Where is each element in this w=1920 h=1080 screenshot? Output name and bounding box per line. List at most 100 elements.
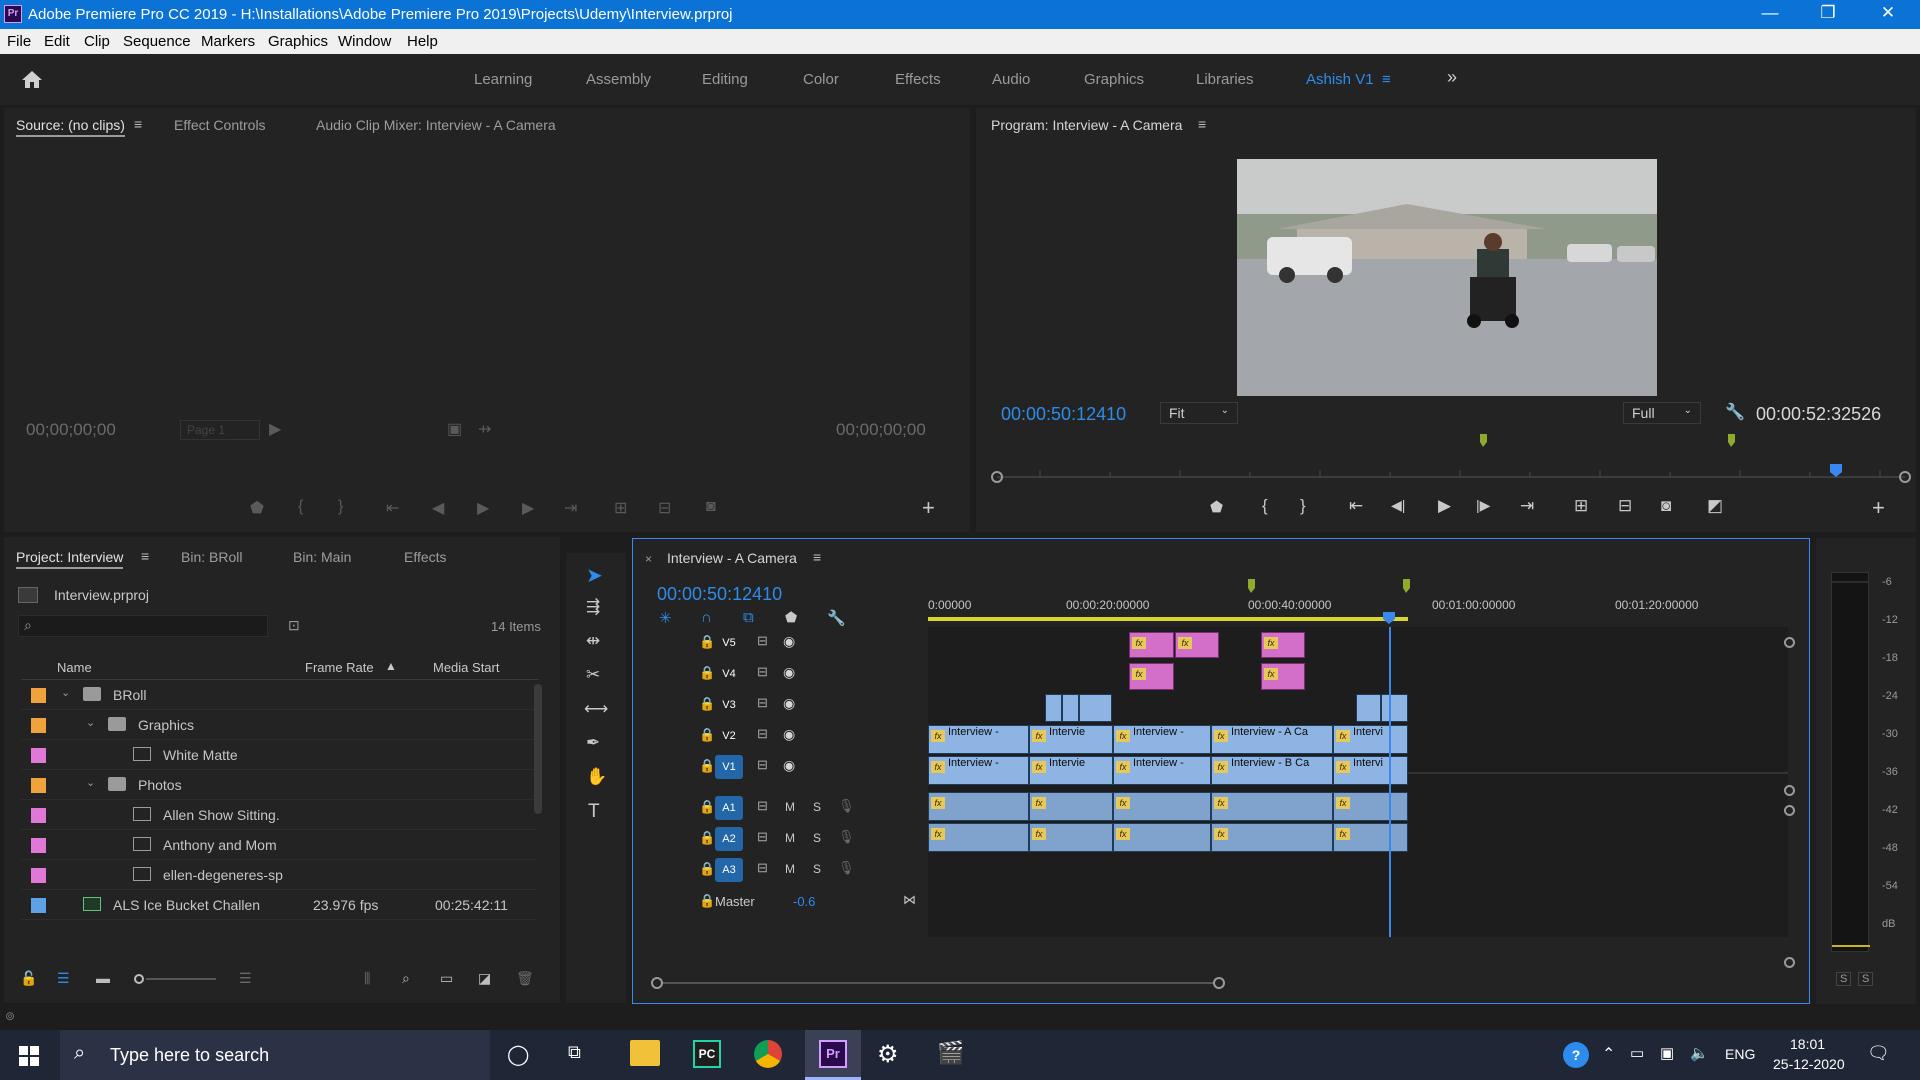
graphic-clip[interactable]: fx — [1175, 632, 1219, 658]
timeline-timecode[interactable]: 00:00:50:12410 — [657, 584, 782, 605]
close-sequence-icon[interactable]: × — [645, 552, 652, 566]
audio-zoom-handle[interactable] — [1784, 805, 1795, 816]
graphic-clip[interactable]: fx — [1261, 663, 1305, 690]
workspace-learning[interactable]: Learning — [474, 71, 532, 88]
add-marker-icon[interactable]: ⬟ — [785, 609, 797, 626]
interview-clip-v2[interactable]: fx Interview - A Ca — [1211, 725, 1333, 754]
list-item[interactable]: ⌄ Photos — [21, 770, 536, 800]
source-goto-out-icon[interactable]: ⇥ — [564, 498, 577, 518]
list-item[interactable]: Allen Show Sitting. — [21, 800, 536, 830]
toggle-output-eye-icon[interactable]: ◉ — [783, 664, 795, 681]
menu-window[interactable]: Window — [338, 33, 391, 50]
track-lock-icon[interactable]: 🔒 — [699, 861, 715, 877]
interview-clip-v1[interactable]: fx Interview - — [1113, 756, 1211, 785]
workspace-effects[interactable]: Effects — [895, 71, 941, 88]
selection-tool-icon[interactable]: ➤ — [586, 563, 603, 588]
audio-zoom-handle[interactable] — [1784, 957, 1795, 968]
track-target-button[interactable]: V3 — [715, 693, 743, 717]
track-target-button[interactable]: V5 — [715, 631, 743, 655]
new-search-bin-icon[interactable]: ⊡ — [288, 617, 300, 634]
tab-project[interactable]: Project: Interview — [16, 549, 124, 569]
ripple-edit-tool-icon[interactable]: ⇹ — [586, 631, 600, 651]
project-menu-icon[interactable]: ≡ — [141, 548, 149, 564]
solo-right-button[interactable]: S — [1858, 972, 1874, 986]
voiceover-mic-icon[interactable]: 🎙 — [838, 798, 855, 814]
list-item[interactable]: ⌄ Graphics — [21, 710, 536, 740]
label-color-swatch[interactable] — [31, 718, 46, 733]
minimize-button[interactable]: — — [1750, 3, 1790, 23]
interview-clip-v2[interactable]: fx Intervi — [1333, 725, 1408, 754]
program-add-button-icon[interactable]: + — [1872, 495, 1885, 521]
label-color-swatch[interactable] — [31, 778, 46, 793]
track-select-tool-icon[interactable]: ⇶ — [586, 597, 600, 617]
network-icon[interactable]: ▣ — [1660, 1044, 1674, 1062]
notifications-icon[interactable]: 🗨 — [1867, 1043, 1890, 1064]
track-lock-icon[interactable]: 🔒 — [699, 665, 715, 681]
workspace-overflow-icon[interactable]: » — [1447, 67, 1457, 88]
mark-in-icon[interactable]: { — [1262, 496, 1268, 516]
video-zoom-handle[interactable] — [1784, 785, 1795, 796]
clock-date[interactable]: 25-12-2020 — [1773, 1056, 1845, 1072]
project-search-input[interactable]: ⌕ — [18, 615, 268, 637]
interview-clip-v1[interactable]: fx Interview - B Ca — [1211, 756, 1333, 785]
label-color-swatch[interactable] — [31, 838, 46, 853]
mark-out-icon[interactable]: } — [1300, 496, 1306, 516]
wrench-icon[interactable]: 🔧 — [1725, 402, 1745, 422]
slip-tool-icon[interactable]: ⟷ — [584, 699, 608, 719]
sync-lock-icon[interactable]: ⊟ — [757, 798, 768, 814]
audio-clip-a1[interactable]: fx — [1333, 792, 1408, 821]
close-button[interactable]: ✕ — [1868, 3, 1908, 23]
list-item[interactable]: ⌄ BRoll — [21, 680, 536, 710]
mute-button[interactable]: M — [785, 800, 795, 814]
source-play-icon[interactable]: ▶ — [477, 498, 489, 518]
graphic-clip[interactable]: fx — [1129, 632, 1174, 658]
hand-tool-icon[interactable]: ✋ — [586, 767, 607, 787]
restore-button[interactable]: ❐ — [1808, 3, 1848, 23]
column-frame-rate[interactable]: Frame Rate — [305, 660, 374, 675]
razor-tool-icon[interactable]: ✂ — [586, 665, 600, 685]
broll-clip[interactable] — [1045, 694, 1062, 722]
home-icon[interactable] — [21, 69, 43, 89]
timeline-menu-icon[interactable]: ≡ — [813, 549, 821, 565]
track-lock-icon[interactable]: 🔒 — [699, 830, 715, 846]
tab-bin-main[interactable]: Bin: Main — [293, 549, 351, 565]
lift-icon[interactable]: ⊞ — [1574, 496, 1588, 516]
program-resolution-dropdown[interactable]: Full ⌄ — [1623, 402, 1701, 424]
track-lock-icon[interactable]: 🔒 — [699, 696, 715, 712]
source-add-button-icon[interactable]: + — [922, 495, 935, 521]
graphic-clip[interactable]: fx — [1129, 663, 1174, 690]
windows-start-icon[interactable] — [19, 1046, 39, 1066]
track-lock-icon[interactable]: 🔒 — [699, 893, 715, 909]
workspace-color[interactable]: Color — [803, 71, 839, 88]
interview-clip-v1[interactable]: fx Intervie — [1029, 756, 1113, 785]
taskbar-search-box[interactable]: ⌕ Type here to search — [60, 1030, 490, 1080]
audio-clip-a2[interactable]: fx — [1211, 823, 1333, 852]
interview-clip-v2[interactable]: fx Interview - — [928, 725, 1029, 754]
sort-ascending-icon[interactable]: ▲ — [385, 659, 397, 673]
scroll-end-handle[interactable] — [1213, 977, 1225, 989]
source-menu-icon[interactable]: ≡ — [134, 116, 142, 132]
export-frame-icon[interactable]: ◙ — [1661, 496, 1671, 516]
sequence-tab[interactable]: Interview - A Camera — [667, 550, 797, 566]
language-indicator[interactable]: ENG — [1725, 1046, 1755, 1062]
graphic-clip[interactable]: fx — [1261, 632, 1305, 658]
menu-markers[interactable]: Markers — [201, 33, 255, 50]
chrome-icon[interactable] — [754, 1040, 782, 1068]
sort-icons-icon[interactable]: ☰ — [239, 970, 252, 987]
track-lock-icon[interactable]: 🔒 — [699, 799, 715, 815]
clock-time[interactable]: 18:01 — [1790, 1036, 1825, 1052]
broll-clip[interactable] — [1079, 694, 1112, 722]
solo-button[interactable]: S — [813, 800, 821, 814]
file-explorer-icon[interactable] — [630, 1040, 660, 1066]
workspace-editing[interactable]: Editing — [702, 71, 748, 88]
list-item[interactable]: ellen-degeneres-sp — [21, 860, 536, 890]
sync-lock-icon[interactable]: ⊟ — [757, 695, 768, 711]
new-item-icon[interactable]: ◪ — [478, 970, 491, 987]
voiceover-mic-icon[interactable]: 🎙 — [838, 829, 855, 845]
label-color-swatch[interactable] — [31, 898, 46, 913]
tab-source[interactable]: Source: (no clips) — [16, 117, 125, 137]
settings-gear-icon[interactable]: ⚙ — [877, 1040, 899, 1069]
extract-icon[interactable]: ⊟ — [1618, 496, 1632, 516]
page-dropdown[interactable]: Page 1 — [180, 420, 260, 440]
audio-clip-a1[interactable]: fx — [1211, 792, 1333, 821]
